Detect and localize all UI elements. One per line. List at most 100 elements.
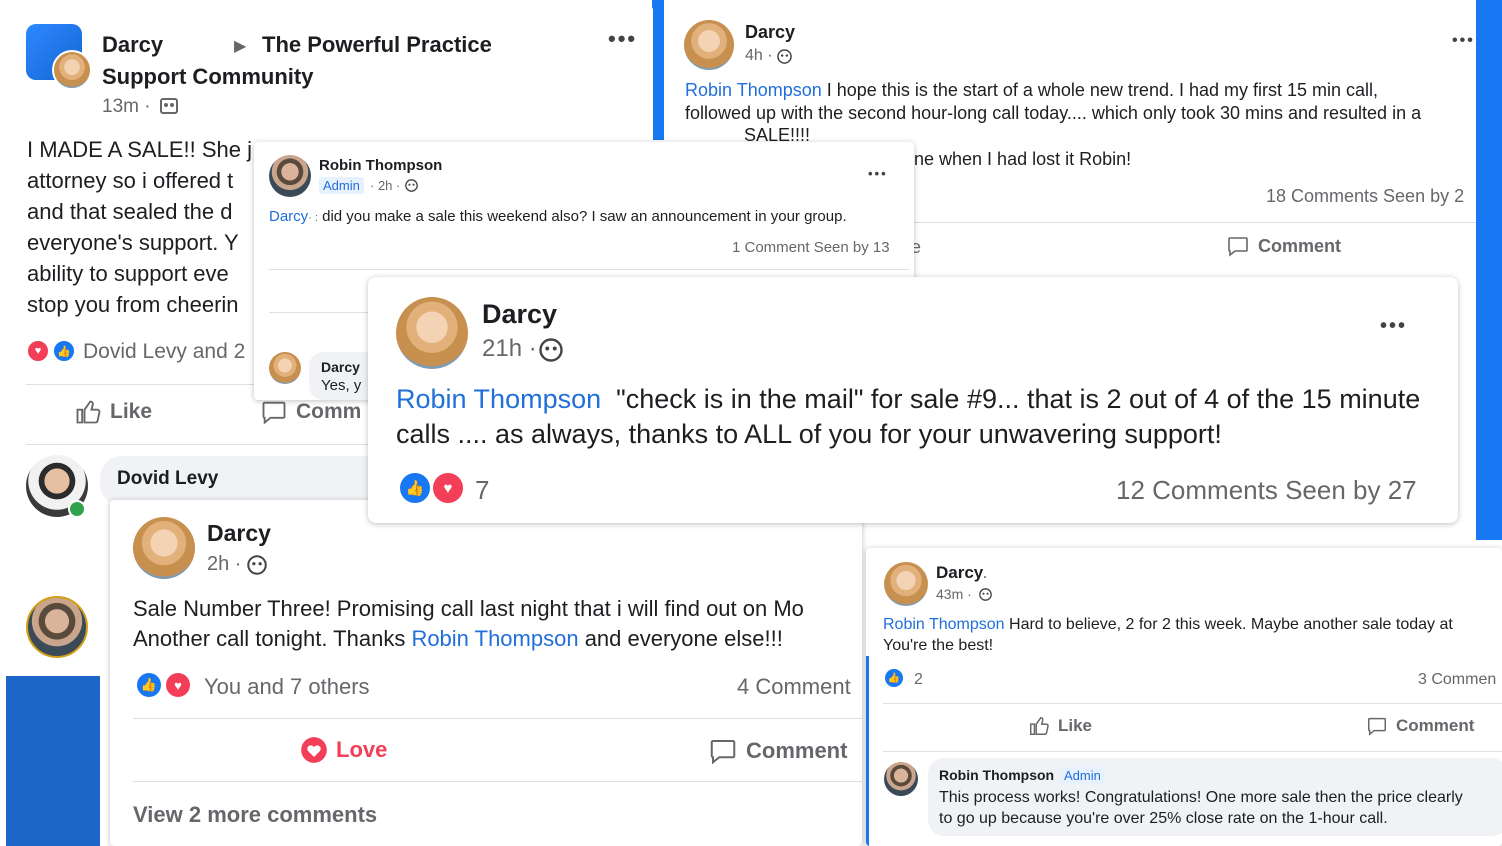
post-body-line: Another call tonight. Thanks Robin Thomp… [133,626,783,652]
group-name[interactable]: The Powerful Practice [262,32,492,58]
comment-icon [260,398,288,426]
globe-icon [247,555,267,575]
body-text: Another call tonight. Thanks [133,626,412,651]
comment-label: Comm [296,400,362,423]
comment-icon [1226,234,1250,258]
group-name-line2[interactable]: Support Community [102,64,313,90]
avatar[interactable] [133,517,195,579]
divider [883,703,1502,704]
more-icon[interactable]: ••• [1452,32,1475,50]
like-button[interactable]: Like [1028,715,1092,737]
comment-text: Yes, y [321,377,362,394]
comment-label: Comment [1396,716,1475,735]
mention-link[interactable]: Robin Thompson [411,626,578,651]
post-author[interactable]: Darcy [745,22,795,43]
focus-indicator [866,656,869,846]
like-icon [74,398,102,426]
more-icon[interactable]: ••• [868,166,888,181]
post-time[interactable]: 13m · [102,96,151,118]
comment-count[interactable]: 4 Comment [737,674,851,700]
post-time[interactable]: 4h · [745,47,773,65]
mention-link[interactable]: Darcy [269,208,308,225]
body-text: and everyone else!!! [578,626,783,651]
globe-icon [539,338,563,362]
body-line: ability to support eve [27,261,229,286]
post-card: Darcy 2h · Sale Number Three! Promising … [110,500,862,846]
divider [133,781,862,782]
avatar[interactable] [269,155,311,197]
comment-text: This process works! Congratulations! One… [939,789,1463,806]
avatar[interactable] [884,562,928,606]
avatar[interactable] [684,20,734,70]
post-stats[interactable]: 1 Comment Seen by 13 [732,239,890,256]
like-count[interactable]: 2 [914,671,923,689]
comment-button[interactable]: Comment [1366,715,1474,737]
body-line: attorney so i offered t [27,168,234,193]
body-line: everyone's support. Y [27,230,239,255]
comment-label: Comment [1258,235,1342,256]
post-author[interactable]: Darcy [207,520,271,547]
post-body-line: Robin Thompson Hard to believe, 2 for 2 … [883,616,1453,634]
post-time[interactable]: 2h · [207,553,241,576]
comment-button[interactable]: Comm [260,398,361,426]
post-time[interactable]: · 2h · [370,178,400,193]
love-label: Love [336,737,388,762]
comment-author[interactable]: Robin Thompson [939,767,1054,783]
body-text: followed up with the second hour-long ca… [685,103,1422,123]
body-line: I MADE A SALE!! She j [27,137,252,162]
globe-icon [777,49,792,64]
like-label: Like [110,400,153,423]
reaction-summary[interactable]: Dovid Levy and 2 [83,340,245,364]
reaction-summary[interactable]: You and 7 others [204,674,370,700]
view-more-comments-link[interactable]: View 2 more comments [133,802,377,828]
comment-button[interactable]: Comment [1226,234,1341,258]
comment-author[interactable]: Dovid Levy [117,468,218,490]
background-strip [652,0,664,140]
post-author[interactable]: Robin Thompson [319,157,442,174]
love-icon [300,736,328,764]
post-body-line: Darcy· : did you make a sale this weeken… [269,208,847,225]
mention-link[interactable]: Robin Thompson [883,616,1005,633]
post-author[interactable]: Darcy. [936,563,987,583]
more-icon[interactable]: ••• [608,26,637,52]
more-icon[interactable]: ••• [1380,315,1407,338]
like-reaction-icon: 👍 [52,339,76,363]
post-body: I MADE A SALE!! She j attorney so i offe… [27,134,252,320]
avatar[interactable] [52,50,92,90]
mention-link[interactable]: Robin Thompson [396,384,601,414]
post-body-line: Robin Thompson "check is in the mail" fo… [396,384,1420,415]
love-button[interactable]: Love [300,736,387,764]
post-stats[interactable]: 18 Comments Seen by 2 [1266,186,1464,207]
post-stats[interactable]: 12 Comments Seen by 27 [1116,475,1417,506]
avatar[interactable] [884,762,918,796]
mention-tail: · : [308,212,318,224]
comment-count[interactable]: 3 Commen [1418,671,1496,689]
divider [883,751,1502,752]
post-time[interactable]: 21h · [482,335,537,363]
like-reaction-icon: 👍 [135,671,163,699]
screenshot-collage: Darcy ▶ The Powerful Practice Support Co… [0,0,1502,846]
comment-button[interactable]: Comment [708,736,847,766]
comment-icon [708,736,738,766]
avatar[interactable] [269,352,301,384]
divider [269,269,909,270]
reaction-count[interactable]: 7 [475,475,489,506]
comment-author[interactable]: Darcy [321,359,360,375]
post-time[interactable]: 43m · [936,586,972,602]
post-author[interactable]: Darcy [482,299,557,330]
globe-icon [979,588,992,601]
background-strip [6,676,100,846]
body-text: I hope this is the start of a whole new … [826,80,1379,100]
like-button[interactable]: Like [74,398,152,426]
comment-text: to go up because you're over 25% close r… [939,810,1388,827]
author-name: Darcy [936,563,984,582]
avatar[interactable] [26,596,88,658]
body-text: ne when I had lost it Robin! [914,149,1132,169]
avatar[interactable] [396,297,468,369]
mention-link[interactable]: Robin Thompson [685,80,822,100]
arrow-icon: ▶ [234,38,247,55]
body-text: calls .... as always, thanks to ALL of y… [396,419,1222,449]
globe-icon [405,179,418,192]
comment-label: Comment [746,738,848,763]
post-author[interactable]: Darcy [102,32,163,58]
